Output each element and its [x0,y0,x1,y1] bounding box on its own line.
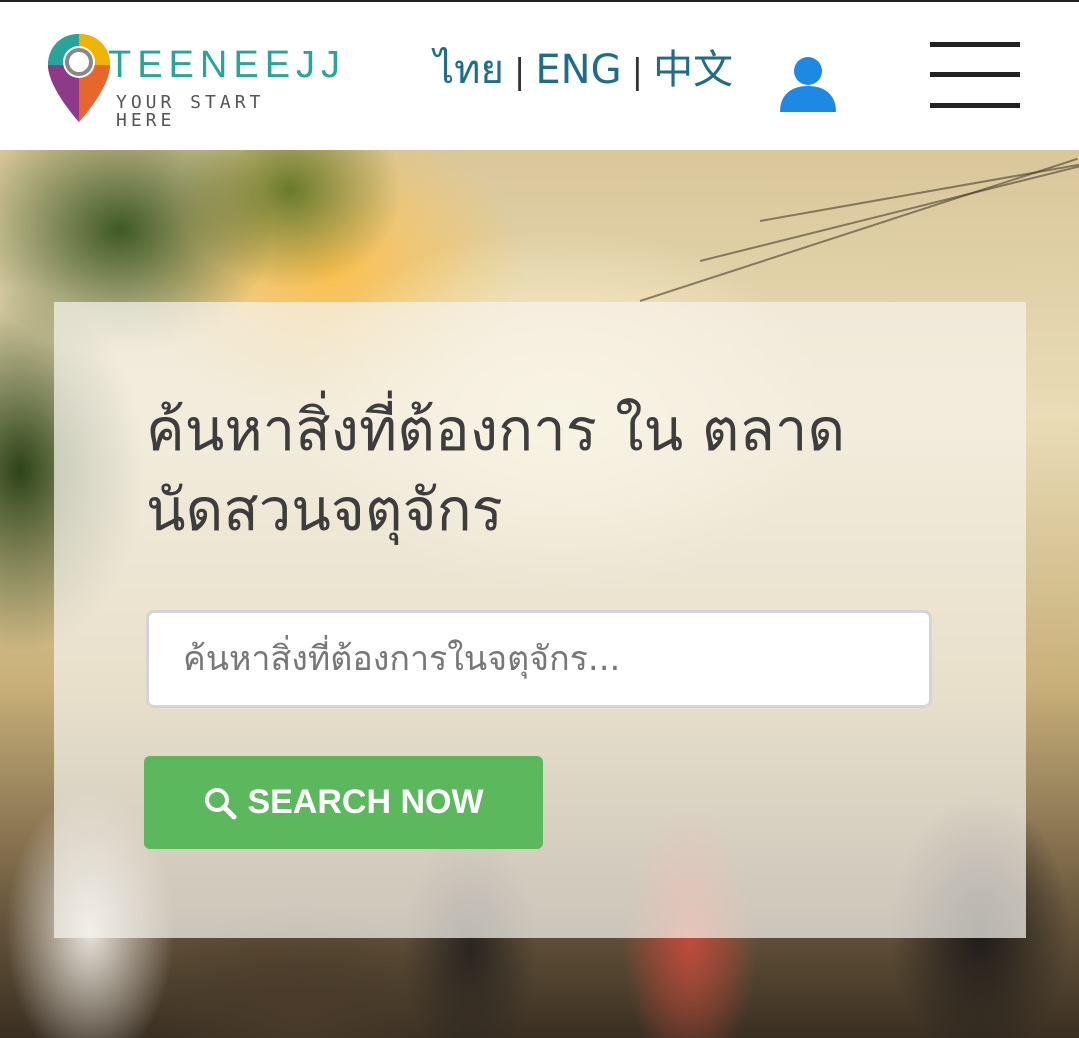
lang-separator: | [631,52,644,92]
hero-background-wire [699,163,1079,262]
logo[interactable]: TEENEEJJ YOUR START HERE [44,30,340,131]
hero-background-wire [759,160,1079,222]
logo-tagline: YOUR START HERE [116,92,265,131]
menu-bar [930,72,1020,77]
hamburger-menu-icon[interactable] [930,42,1020,108]
user-icon[interactable] [776,54,840,114]
hero-headline: ค้นหาสิ่งที่ต้องการ ใน ตลาดนัดสวนจตุจักร [146,396,846,544]
hero-background-wire [639,157,1078,302]
lang-chinese-link[interactable]: 中文 [653,47,733,93]
search-now-button[interactable]: SEARCH NOW [144,756,543,849]
menu-bar [930,42,1020,47]
hero-section: ค้นหาสิ่งที่ต้องการ ใน ตลาดนัดสวนจตุจักร… [0,150,1079,1038]
lang-english-link[interactable]: ENG [535,47,621,93]
menu-bar [930,103,1020,108]
lang-separator: | [513,52,526,92]
search-icon [205,787,237,819]
search-button-label: SEARCH NOW [247,783,484,821]
language-switcher: ไทย | ENG | 中文 [434,42,733,98]
search-input[interactable] [146,610,932,708]
logo-name: TEENEEJJ [108,44,347,86]
site-header: TEENEEJJ YOUR START HERE ไทย | ENG | 中文 [0,0,1079,150]
lang-thai-link[interactable]: ไทย [434,47,504,93]
search-panel: ค้นหาสิ่งที่ต้องการ ใน ตลาดนัดสวนจตุจักร… [54,302,1026,938]
map-pin-icon [48,34,110,122]
